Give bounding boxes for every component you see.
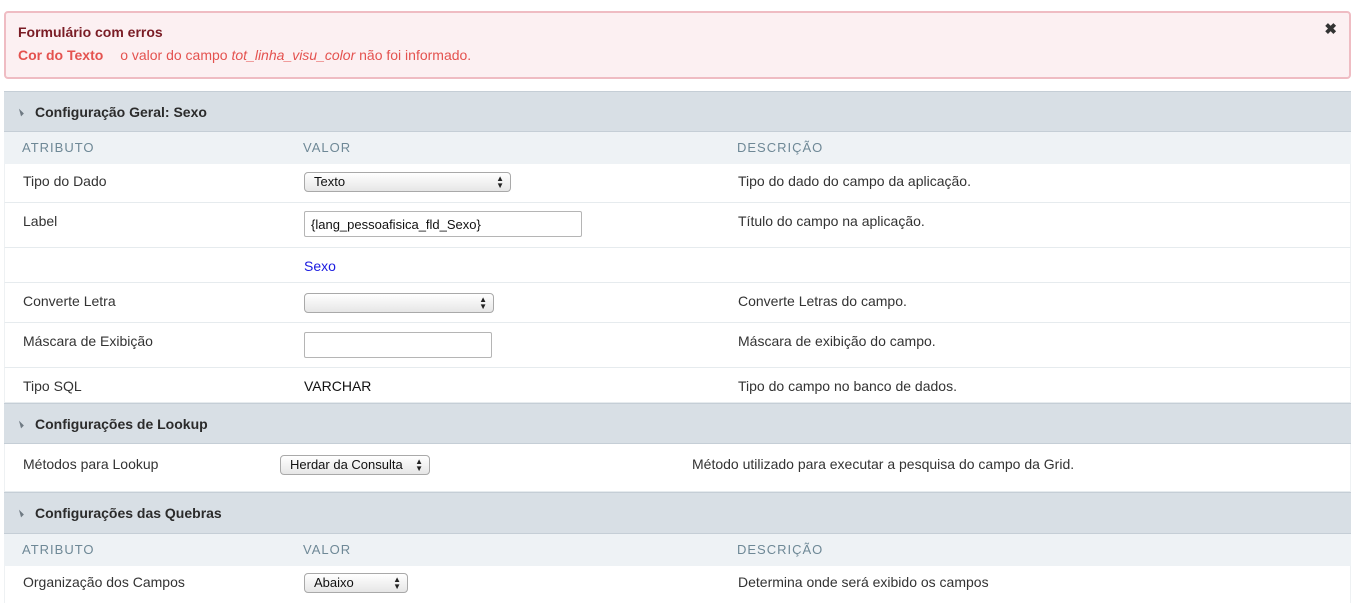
attribute-description: Tipo do campo no banco de dados. [738,378,957,394]
close-icon[interactable]: ✖ [1324,22,1337,38]
column-attribute: ATRIBUTO [22,140,95,155]
organizacao-select[interactable]: Abaixo ▲ ▼ [304,573,408,593]
row-converte-letra: Converte Letra ▲ ▼ Converte Letras do cam… [4,283,1351,323]
row-label: Label Título do campo na aplicação. [4,203,1351,248]
section-title: Configurações de Lookup [35,415,208,432]
row-label-preview: Sexo [4,248,1351,283]
column-value: VALOR [303,140,352,155]
section-header-breaks[interactable]: Configurações das Quebras [4,492,1351,534]
collapse-triangle-icon[interactable] [16,420,24,428]
column-header-row: ATRIBUTO VALOR DESCRIÇÃO [4,132,1351,164]
error-alert: Formulário com erros Cor do Texto o valo… [4,11,1351,79]
attribute-label: Tipo do Dado [23,173,107,189]
converte-letra-select[interactable]: ▲ ▼ [304,293,494,313]
column-value: VALOR [303,542,352,557]
attribute-description: Determina onde será exibido os campos [738,574,989,590]
tipo-dado-select[interactable]: Texto ▲ ▼ [304,172,511,192]
section-title: Configurações das Quebras [35,505,222,521]
label-preview-link[interactable]: Sexo [304,258,336,274]
row-mascara: Máscara de Exibição Máscara de exibição … [4,323,1351,368]
column-attribute: ATRIBUTO [22,542,95,557]
row-tipo-sql: Tipo SQL VARCHAR Tipo do campo no banco … [4,368,1351,403]
column-description: DESCRIÇÃO [737,542,824,557]
collapse-triangle-icon[interactable] [16,108,24,116]
attribute-label: Máscara de Exibição [23,333,153,349]
column-header-row: ATRIBUTO VALOR DESCRIÇÃO [4,534,1351,566]
attribute-label: Organização dos Campos [23,574,185,590]
attribute-description: Título do campo na aplicação. [738,213,925,229]
attribute-label: Converte Letra [23,293,116,309]
attribute-description: Método utilizado para executar a pesquis… [692,456,1075,472]
label-input[interactable] [304,211,582,237]
attribute-label: Métodos para Lookup [23,456,159,472]
error-field-id: tot_linha_visu_color [231,47,356,63]
select-arrows-icon: ▲ ▼ [415,457,423,473]
attribute-label: Label [23,213,58,229]
error-text: o valor do campo tot_linha_visu_color nã… [120,47,472,63]
section-header-lookup[interactable]: Configurações de Lookup [4,403,1351,444]
error-title: Formulário com erros [18,24,163,40]
section-header-general[interactable]: Configuração Geral: Sexo [4,91,1351,132]
row-tipo-dado: Tipo do Dado Texto ▲ ▼ Tipo do dado do ca… [4,164,1351,203]
attribute-description: Máscara de exibição do campo. [738,333,936,349]
error-message: Cor do Texto o valor do campo tot_linha_… [18,47,471,63]
error-field-name: Cor do Texto [18,47,104,63]
metodos-lookup-select[interactable]: Herdar da Consulta ▲ ▼ [280,455,430,475]
select-arrows-icon: ▲ ▼ [496,174,504,190]
section-title: Configuração Geral: Sexo [35,103,207,120]
select-arrows-icon: ▲ ▼ [393,575,401,591]
select-arrows-icon: ▲ ▼ [479,295,487,311]
attribute-label: Tipo SQL [23,378,82,394]
attribute-description: Converte Letras do campo. [738,293,907,309]
collapse-triangle-icon[interactable] [16,509,24,518]
mascara-input[interactable] [304,332,492,358]
column-description: DESCRIÇÃO [737,140,824,155]
row-organizacao: Organização dos Campos Abaixo ▲ ▼ Determi… [4,566,1351,603]
attribute-description: Tipo do dado do campo da aplicação. [738,173,971,189]
tipo-sql-value: VARCHAR [304,378,372,394]
row-metodos-lookup: Métodos para Lookup Herdar da Consulta ▲… [4,444,1351,492]
